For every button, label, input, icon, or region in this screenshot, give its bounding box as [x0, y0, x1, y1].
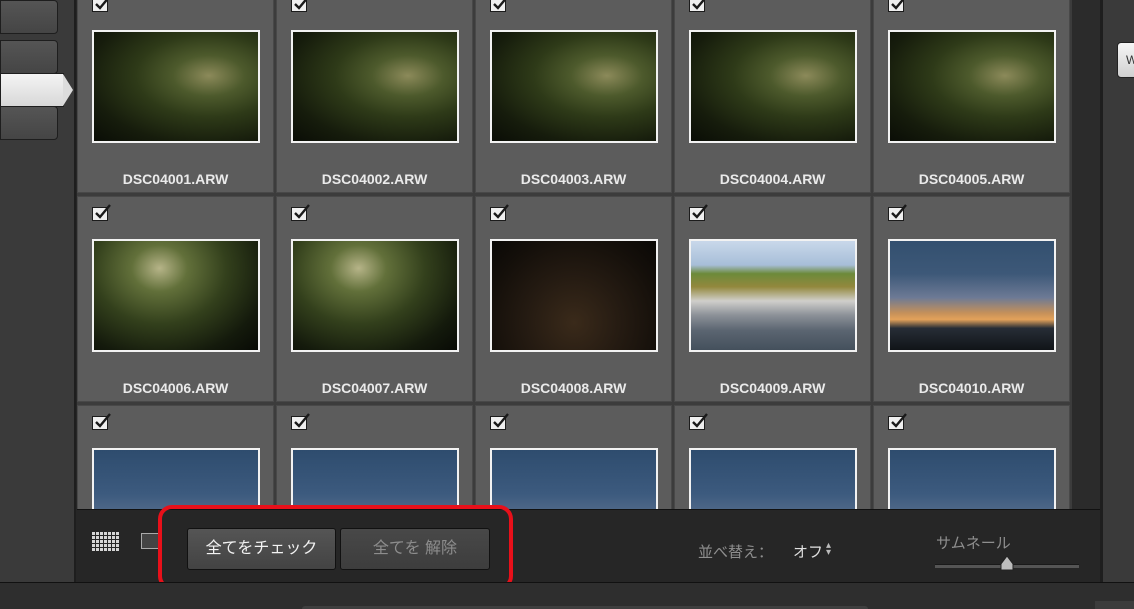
photo-thumbnail[interactable] [92, 30, 260, 143]
import-toolbar: 全てをチェック 全てを 解除 並べ替え： オフ ▴ ▾ サムネール [77, 505, 1100, 590]
include-checkbox[interactable] [291, 413, 310, 430]
include-checkbox[interactable] [689, 204, 708, 221]
photo-thumbnail[interactable] [490, 448, 658, 509]
photo-filename: DSC04007.ARW [321, 380, 428, 396]
photo-thumbnail[interactable] [490, 239, 658, 352]
photo-thumbnail[interactable] [92, 239, 260, 352]
include-checkbox[interactable] [689, 413, 708, 430]
photo-cell[interactable] [674, 405, 871, 509]
photo-thumbnail[interactable] [888, 448, 1056, 509]
include-checkbox[interactable] [291, 204, 310, 221]
photo-thumbnail[interactable] [291, 448, 459, 509]
source-item-selected[interactable] [0, 73, 73, 107]
photo-cell[interactable] [77, 405, 274, 509]
grid-view-icon[interactable] [92, 532, 120, 552]
photo-cell[interactable]: DSC04004.ARW [674, 0, 871, 193]
sort-caret-icon: ▴ ▾ [826, 540, 832, 558]
photo-cell[interactable] [873, 405, 1070, 509]
source-item-3[interactable] [0, 106, 58, 140]
source-panel [0, 0, 76, 582]
photo-thumbnail[interactable] [490, 30, 658, 143]
photo-filename: DSC04009.ARW [719, 380, 826, 396]
photo-cell[interactable]: DSC04008.ARW [475, 196, 672, 402]
photo-filename: DSC04006.ARW [122, 380, 229, 396]
right-panel-button[interactable]: W [1117, 42, 1134, 78]
photo-cell[interactable]: DSC04005.ARW [873, 0, 1070, 193]
photo-filename: DSC04005.ARW [918, 171, 1025, 187]
photo-filename: DSC04008.ARW [520, 380, 627, 396]
photo-thumbnail[interactable] [689, 30, 857, 143]
photo-cell[interactable]: DSC04006.ARW [77, 196, 274, 402]
photo-cell[interactable] [276, 405, 473, 509]
include-checkbox[interactable] [92, 0, 109, 12]
source-item-2[interactable] [0, 40, 58, 74]
photo-cell[interactable]: DSC04007.ARW [276, 196, 473, 402]
photo-filename: DSC04003.ARW [520, 171, 627, 187]
photo-thumbnail[interactable] [291, 30, 459, 143]
photo-cell[interactable]: DSC04009.ARW [674, 196, 871, 402]
include-checkbox[interactable] [689, 0, 706, 12]
thumbnail-size-label: サムネール [936, 534, 1011, 552]
photo-thumbnail[interactable] [689, 239, 857, 352]
include-checkbox[interactable] [490, 0, 507, 12]
photo-filename: DSC04010.ARW [918, 380, 1025, 396]
photo-thumbnail[interactable] [291, 239, 459, 352]
filmstrip-bar [0, 582, 1134, 609]
photo-thumbnail[interactable] [888, 30, 1056, 143]
photo-thumbnail[interactable] [92, 448, 260, 509]
include-checkbox[interactable] [92, 413, 111, 430]
include-checkbox[interactable] [291, 0, 308, 12]
photo-cell[interactable] [475, 405, 672, 509]
photo-filename: DSC04004.ARW [719, 171, 826, 187]
include-checkbox[interactable] [888, 204, 907, 221]
include-checkbox[interactable] [92, 204, 111, 221]
photo-thumbnail[interactable] [689, 448, 857, 509]
import-window: DSC04001.ARW DSC04002.ARW DSC04003.ARW DSC0… [0, 0, 1134, 609]
right-panel: W [1100, 0, 1134, 582]
source-item-1[interactable] [0, 0, 58, 34]
photo-cell[interactable]: DSC04010.ARW [873, 196, 1070, 402]
photo-cell[interactable]: DSC04003.ARW [475, 0, 672, 193]
include-checkbox[interactable] [490, 413, 509, 430]
sort-label: 並べ替え： [698, 543, 774, 561]
include-checkbox[interactable] [490, 204, 509, 221]
include-checkbox[interactable] [888, 0, 905, 12]
photo-cell[interactable]: DSC04002.ARW [276, 0, 473, 193]
photo-thumbnail[interactable] [888, 239, 1056, 352]
photo-filename: DSC04001.ARW [122, 171, 229, 187]
sort-dropdown[interactable]: オフ [793, 541, 823, 562]
photo-filename: DSC04002.ARW [321, 171, 428, 187]
loupe-view-icon[interactable] [141, 533, 159, 549]
photo-grid: DSC04001.ARW DSC04002.ARW DSC04003.ARW DSC0… [77, 0, 1072, 509]
highlight-box [158, 505, 513, 590]
include-checkbox[interactable] [888, 413, 907, 430]
photo-cell[interactable]: DSC04001.ARW [77, 0, 274, 193]
grid-scrollbar[interactable] [1072, 0, 1100, 582]
bottom-right-control[interactable] [1095, 601, 1134, 609]
